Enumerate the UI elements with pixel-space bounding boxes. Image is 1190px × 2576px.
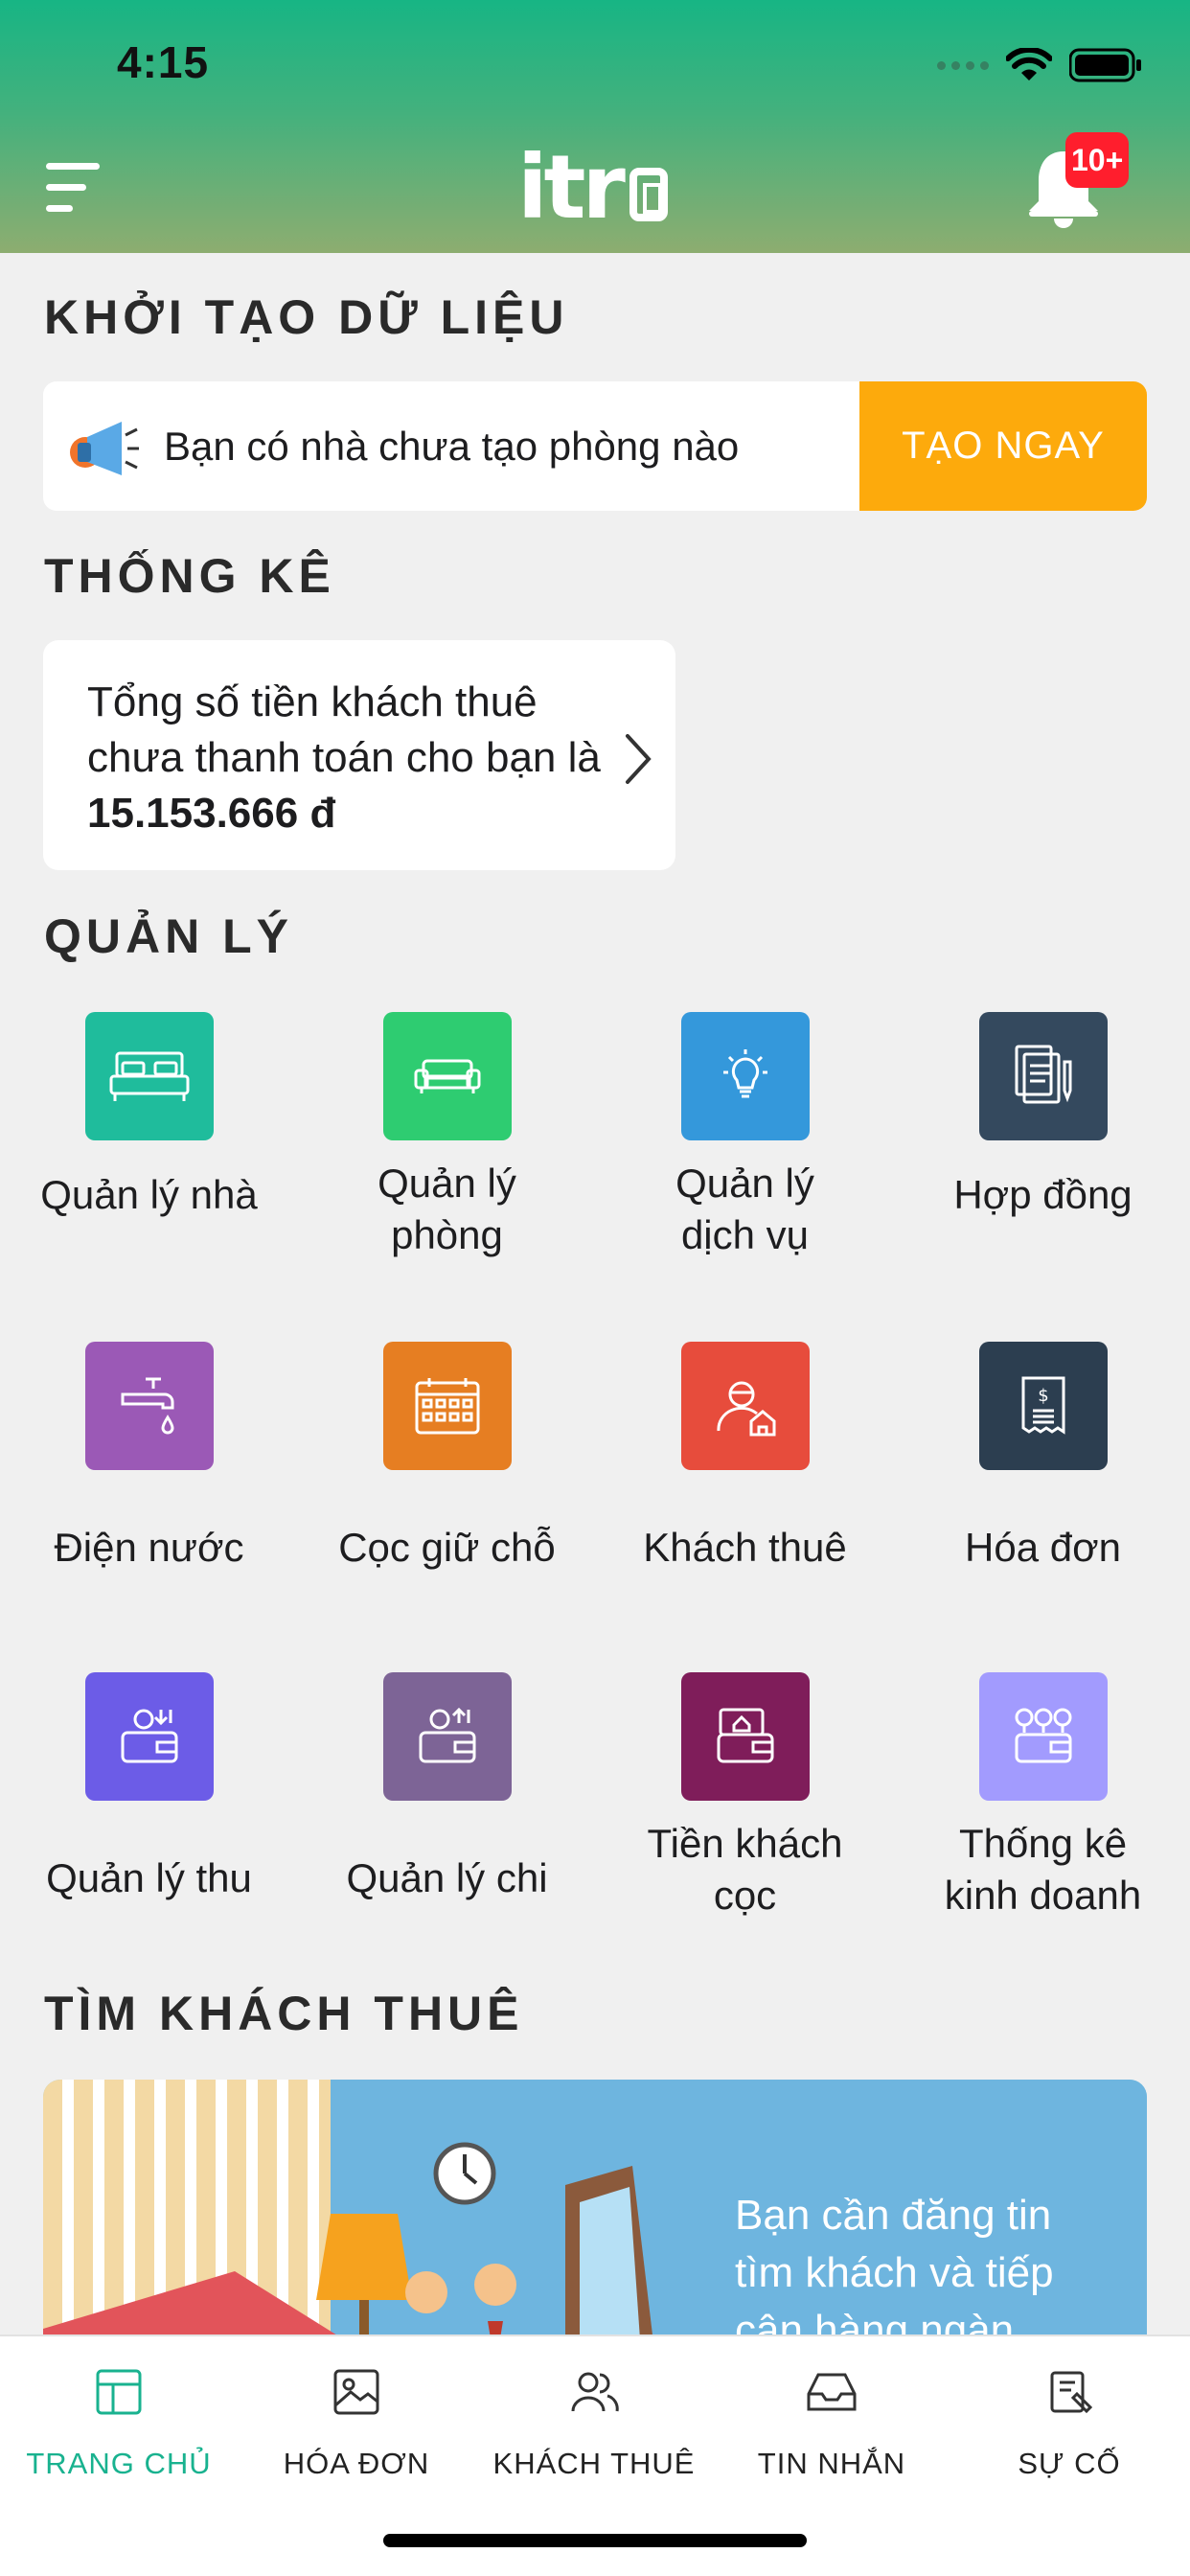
inbox-icon [807,2373,857,2411]
unpaid-stat-card[interactable]: Tổng số tiền khách thuê chưa thanh toán … [43,640,675,870]
calendar-icon [382,1342,512,1470]
receipt-icon: $ [978,1342,1108,1470]
menu-icon [46,163,100,170]
sofa-icon [382,1012,512,1140]
tab-invoices[interactable]: HÓA ĐƠN [238,2363,475,2481]
logo-door-icon [629,168,668,221]
manage-income[interactable]: Quản lý thu [0,1672,298,1904]
bed-icon [84,1012,214,1140]
manage-rooms[interactable]: Quản lý phòng [298,1012,596,1261]
home-indicator [383,2534,807,2547]
find-tenant-section-title: TÌM KHÁCH THUÊ [44,1987,524,2040]
image-icon [333,2369,379,2415]
find-tenant-banner[interactable]: Bạn cần đăng tin tìm khách và tiếp cận h… [43,2080,1147,2367]
tab-tenants[interactable]: KHÁCH THUÊ [475,2363,713,2481]
unpaid-amount: 15.153.666 đ [87,790,336,837]
app-header: 4:15 itr 10+ [0,0,1190,253]
manage-tenants[interactable]: Khách thuê [596,1342,894,1574]
menu-button[interactable] [46,163,103,213]
users-icon [571,2372,619,2412]
manage-deposit-hold[interactable]: Cọc giữ chỗ [298,1342,596,1574]
income-icon [84,1672,214,1801]
status-icons [937,44,1142,86]
status-time: 4:15 [117,37,210,87]
notification-badge: 10+ [1065,132,1130,188]
contract-icon [978,1012,1108,1140]
banner-text: Bạn cần đăng tin tìm khách và tiếp cận h… [735,2192,1054,2354]
manage-tenant-deposits[interactable]: Tiền khách cọc [596,1672,894,1921]
lightbulb-icon [680,1012,810,1140]
init-section-title: KHỞI TẠO DỮ LIỆU [44,290,569,344]
megaphone-icon [70,421,139,475]
app-logo: itr [517,136,668,239]
manage-section-title: QUẢN LÝ [44,909,293,963]
manage-contracts[interactable]: Hợp đồng [894,1012,1190,1221]
create-now-button[interactable]: TẠO NGAY [859,381,1147,511]
battery-icon [1069,48,1141,82]
deposit-wallet-icon [680,1672,810,1801]
tab-messages[interactable]: TIN NHẮN [713,2363,950,2481]
manage-houses[interactable]: Quản lý nhà [0,1012,298,1221]
manage-utilities[interactable]: Điện nước [0,1342,298,1574]
svg-text:$: $ [1038,1386,1048,1406]
home-layout-icon [96,2369,142,2415]
tenant-icon [680,1342,810,1470]
manage-expenses[interactable]: Quản lý chi [298,1672,596,1904]
manage-business-stats[interactable]: Thống kê kinh doanh [894,1672,1190,1921]
init-message: Bạn có nhà chưa tạo phòng nào [164,423,740,469]
init-card: Bạn có nhà chưa tạo phòng nào TẠO NGAY [43,381,1147,511]
wifi-icon [1006,48,1052,80]
stats-section-title: THỐNG KÊ [44,549,335,603]
tab-incidents[interactable]: SỰ CỐ [950,2363,1188,2481]
chevron-right-icon [626,734,652,784]
tab-home[interactable]: TRANG CHỦ [0,2363,238,2481]
faucet-icon [84,1342,214,1470]
cellular-signal-icon [937,60,989,70]
repair-icon [1050,2371,1093,2414]
unpaid-stat-text: Tổng số tiền khách thuê chưa thanh toán … [87,678,601,837]
expense-icon [382,1672,512,1801]
manage-invoices[interactable]: $ Hóa đơn [894,1342,1190,1574]
manage-services[interactable]: Quản lý dịch vụ [596,1012,894,1261]
coins-wallet-icon [978,1672,1108,1801]
